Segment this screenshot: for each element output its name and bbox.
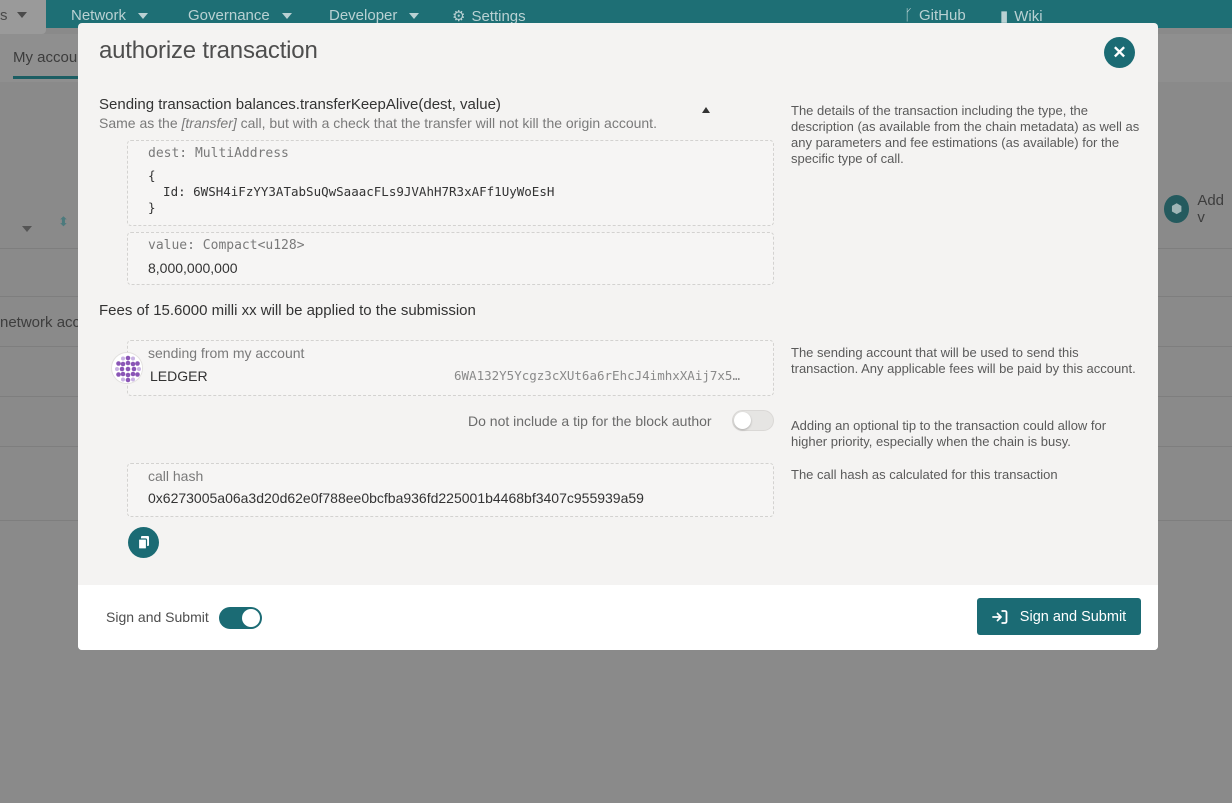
share-icon: ⬢ [1164, 195, 1190, 223]
sending-account-field[interactable]: sending from my account LEDGER 6WA132Y5Y… [127, 340, 774, 396]
sign-and-submit-button[interactable]: Sign and Submit [977, 598, 1141, 635]
nav-menu-governance-label: Governance [188, 7, 270, 24]
nav-menu-developer[interactable]: Developer [329, 7, 420, 24]
account-address: 6WA132Y5Ycgz3cXUt6a6rEhcJ4imhxXAij7x5… [454, 368, 740, 383]
sort-icon[interactable]: ⬍ [58, 214, 69, 230]
account-name: LEDGER [150, 368, 208, 384]
tab-my-accounts[interactable]: My accoun [13, 49, 86, 79]
transaction-description: Same as the [transfer] call, but with a … [99, 115, 657, 131]
param-dest: dest: MultiAddress { Id: 6WSH4iFzYY3ATab… [127, 140, 774, 226]
github-link[interactable]: ᚴ GitHub [904, 7, 966, 24]
chevron-up-icon[interactable] [702, 107, 710, 113]
nav-tab-accounts[interactable]: s [0, 0, 46, 34]
modal-title: authorize transaction [99, 37, 318, 64]
sort-caret-icon[interactable] [22, 226, 32, 232]
sending-account-label: sending from my account [148, 345, 305, 361]
modal-footer: Sign and Submit Sign and Submit [78, 585, 1158, 650]
add-validator-button[interactable]: ⬢ Add v [1164, 192, 1232, 226]
nav-menu-network-label: Network [71, 7, 127, 24]
background-row-text: network acco [0, 314, 89, 331]
param-dest-close: } [148, 200, 156, 215]
call-hash-value: 0x6273005a06a3d20d62e0f788ee0bcfba936fd2… [148, 490, 644, 506]
tip-toggle-label: Do not include a tip for the block autho… [468, 413, 712, 429]
github-link-label: GitHub [919, 7, 966, 24]
fees-summary: Fees of 15.6000 milli xx will be applied… [99, 302, 476, 319]
param-dest-id: Id: 6WSH4iFzYY3ATabSuQwSaaacFLs9JVAhH7R3… [148, 184, 555, 199]
sign-and-submit-label: Sign and Submit [1019, 608, 1127, 625]
chevron-down-icon [17, 12, 27, 18]
sign-in-icon [991, 609, 1008, 624]
sign-submit-toggle[interactable] [219, 607, 262, 629]
param-value-amount: 8,000,000,000 [148, 260, 238, 276]
close-icon: ✕ [1112, 42, 1127, 62]
tip-toggle[interactable] [732, 410, 774, 431]
sign-submit-toggle-label: Sign and Submit [106, 609, 209, 625]
nav-menu-settings-label: Settings [471, 7, 526, 25]
copy-button[interactable] [128, 527, 159, 558]
close-button[interactable]: ✕ [1104, 37, 1135, 68]
branch-icon: ᚴ [904, 7, 914, 24]
call-hash-field: call hash 0x6273005a06a3d20d62e0f788ee0b… [127, 463, 774, 517]
param-dest-label: dest: MultiAddress [148, 146, 289, 161]
nav-tab-accounts-label: s [0, 7, 8, 24]
toggle-knob [734, 412, 751, 429]
identicon-avatar [111, 352, 143, 384]
help-account: The sending account that will be used to… [791, 345, 1136, 376]
param-value: value: Compact<u128> 8,000,000,000 [127, 232, 774, 285]
add-validator-label: Add v [1197, 192, 1225, 226]
nav-menu-governance[interactable]: Governance [188, 7, 292, 24]
authorize-transaction-modal: authorize transaction ✕ Sending transact… [78, 23, 1158, 650]
help-details: The details of the transaction including… [791, 103, 1140, 166]
copy-icon [137, 536, 149, 550]
description-suffix: call, but with a check that the transfer… [236, 115, 657, 131]
param-value-label: value: Compact<u128> [148, 238, 305, 253]
transaction-heading: Sending transaction balances.transferKee… [99, 96, 501, 113]
chevron-down-icon [138, 12, 149, 19]
call-hash-label: call hash [148, 468, 204, 484]
param-dest-open: { [148, 168, 156, 183]
chevron-down-icon [409, 12, 420, 19]
description-prefix: Same as the [99, 115, 182, 131]
help-hash: The call hash as calculated for this tra… [791, 467, 1058, 482]
help-tip: Adding an optional tip to the transactio… [791, 418, 1107, 449]
nav-menu-developer-label: Developer [329, 7, 398, 24]
toggle-knob [242, 609, 260, 627]
wiki-link-label: Wiki [1014, 7, 1043, 25]
description-code: [transfer] [181, 115, 237, 131]
nav-menu-network[interactable]: Network [71, 7, 149, 24]
chevron-down-icon [281, 12, 292, 19]
